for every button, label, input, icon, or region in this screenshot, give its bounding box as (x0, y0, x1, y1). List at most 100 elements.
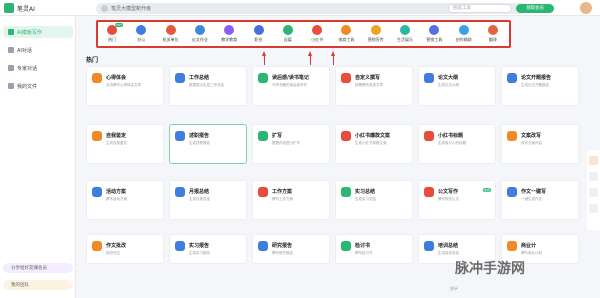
tool-category-label: 生活娱乐 (397, 37, 413, 42)
tool-category-icon (400, 25, 410, 35)
customer-service-icon[interactable] (589, 172, 598, 181)
tool-card[interactable]: 工作总结 根据提示生成工作总结 (169, 66, 247, 106)
tool-card-icon (341, 73, 351, 83)
tool-card[interactable]: 实习报告 生成实习报告 (169, 234, 247, 264)
tool-category-icon (224, 25, 235, 35)
tool-card-desc: 按需撰写各类文章 (355, 83, 383, 87)
tool-category-label: 办公 (137, 37, 146, 42)
tool-card[interactable]: 作文批改 批改作文 (86, 234, 164, 264)
tool-card-title: 文案改写 (521, 133, 542, 139)
tool-category[interactable]: 办公 (130, 24, 152, 48)
sidebar-item[interactable]: AI对话 (3, 44, 73, 56)
right-float-toolbar (587, 150, 600, 230)
annotation-arrow-1-head (262, 51, 266, 56)
qrcode-icon[interactable] (589, 204, 598, 213)
tool-category-icon (282, 25, 293, 35)
tool-card-desc: 撰写检讨书 (355, 251, 373, 255)
tool-category[interactable]: 教学教育 (218, 24, 240, 48)
tool-card[interactable]: 公文写作 撰写规范公文 免费 (418, 180, 496, 220)
annotation-arrow-1 (264, 55, 265, 65)
tool-card-title: 实习总结 (355, 189, 376, 195)
sidebar-bottom-link[interactable]: 我的团队 (3, 280, 73, 290)
tool-card-desc: 生成自我鉴定 (106, 141, 127, 145)
sidebar-item-label: 专家对话 (17, 66, 38, 72)
tool-card[interactable]: 小红书标题生成吸引人的标题 (418, 124, 496, 164)
feedback-icon[interactable] (589, 188, 598, 197)
tool-card[interactable]: 工作方案 撰写工作方案 (252, 180, 330, 220)
tool-card[interactable]: 活动方案撰写活动方案 (86, 180, 164, 220)
tool-card[interactable]: 自我鉴定生成自我鉴定 (86, 124, 164, 164)
tool-category[interactable]: 电商工具 (335, 24, 357, 48)
tool-card[interactable]: 读后感/读书笔记 不同书籍的读后感写作 (252, 66, 330, 106)
tool-card-desc: 批改作文 (106, 251, 120, 255)
tool-card-title: 检讨书 (355, 243, 371, 249)
tool-category[interactable]: 生活娱乐 (394, 24, 416, 48)
tool-card-desc: 撰写活动方案 (106, 197, 127, 201)
tool-card-desc: 生成吸引人的标题 (438, 141, 466, 145)
sidebar-item[interactable]: AI模板写作 (3, 26, 73, 38)
vip-button[interactable]: 领取会员 (516, 4, 554, 13)
tool-category[interactable]: 翻译 (482, 24, 504, 48)
tool-card-desc: 生成述职报告 (189, 141, 210, 145)
tool-card[interactable]: 作文一键写 一键生成作文 (501, 180, 579, 220)
tool-card[interactable]: 述职报告 生成述职报告 (169, 124, 247, 164)
tool-card-desc: 生成论文开题报告 (521, 83, 549, 87)
tool-category[interactable]: 营销宣传 (365, 24, 387, 48)
tool-card-icon (424, 73, 434, 83)
gift-icon[interactable] (589, 156, 598, 165)
tool-category[interactable]: 营销工具 (423, 24, 445, 48)
tool-card-title: 自我鉴定 (106, 133, 127, 139)
tool-card-title: 培训总结 (438, 243, 459, 249)
sidebar (0, 16, 76, 298)
sidebar-item[interactable]: 我的文件 (3, 80, 73, 92)
tool-card-icon (424, 131, 434, 141)
tool-card-title: 实习报告 (189, 243, 210, 249)
tool-category[interactable]: 小红书 (306, 24, 328, 48)
tool-card[interactable]: 论文开题报告 生成论文开题报告 (501, 66, 579, 106)
tool-card[interactable]: 心得体会 支持撰写心得体会文章 (86, 66, 164, 106)
tool-card[interactable]: 实习总结 生成实习总结 (335, 180, 413, 220)
tool-card-tag: 免费 (482, 188, 491, 192)
tool-card-desc: 生成月报总结 (189, 197, 210, 201)
tool-card-icon (175, 187, 185, 197)
sidebar-bottom-label: 分享给好友赚会员 (11, 266, 47, 271)
annotation-arrow-2 (310, 55, 311, 65)
tool-category[interactable]: 机关单位 (160, 24, 182, 48)
sidebar-item-icon (8, 65, 14, 71)
sidebar-item-icon (8, 29, 14, 35)
tool-category[interactable]: 自媒 (277, 24, 299, 48)
tool-card[interactable]: 小红书爆款文案 生成小红书风格文案 (335, 124, 413, 164)
tool-card-title: 研究报告 (272, 243, 293, 249)
search-placeholder: 搜索工具 (453, 6, 471, 11)
tool-card-desc: 撰写商业计划 (521, 251, 542, 255)
tool-card[interactable]: 研究报告 撰写研究报告 (252, 234, 330, 264)
tool-category-label: 营销工具 (426, 37, 443, 42)
tool-card[interactable]: 月报总结 生成月报总结 (169, 180, 247, 220)
tool-category-bar: 热门 HOT 办公 机关单位 论文作业 教学教育 职业 自媒 小红书 电商工具 营销宣传 生活娱乐 营销… (96, 20, 511, 48)
annotation-arrow-3-head (331, 51, 335, 56)
tool-category[interactable]: 创作辅助 (453, 24, 475, 48)
tool-card[interactable]: 论文大纲 生成论文大纲 (418, 66, 496, 106)
sidebar-item[interactable]: 专家对话 (3, 62, 73, 74)
tool-category[interactable]: 热门 HOT (101, 23, 123, 48)
tool-card[interactable]: 文案改写 改写文案内容 (501, 124, 579, 164)
tool-category-label: 小红书 (311, 37, 324, 42)
tool-category-icon (165, 25, 176, 35)
tool-card-title: 活动方案 (106, 189, 127, 195)
tool-card-icon (424, 187, 434, 197)
tool-card-icon (507, 73, 517, 83)
tool-card-icon (175, 73, 185, 83)
tool-card-title: 小红书爆款文案 (355, 133, 391, 139)
tool-category[interactable]: 论文作业 (189, 24, 211, 48)
tool-card-title: 小红书标题 (438, 133, 464, 139)
annotation-arrow-3 (333, 55, 334, 65)
tool-card[interactable]: 检讨书 撰写检讨书 (335, 234, 413, 264)
tool-card[interactable]: 扩写 根据内容进行扩写 (252, 124, 330, 164)
tool-card-icon (507, 187, 517, 197)
avatar[interactable] (580, 2, 592, 14)
sidebar-bottom-link[interactable]: 分享给好友赚会员 (3, 263, 73, 273)
tool-card[interactable]: 自定义撰写 按需撰写各类文章 (335, 66, 413, 106)
tool-category-label: 职业 (254, 37, 263, 42)
tool-category[interactable]: 职业 (248, 24, 270, 48)
tool-category-label: 机关单位 (162, 37, 179, 42)
